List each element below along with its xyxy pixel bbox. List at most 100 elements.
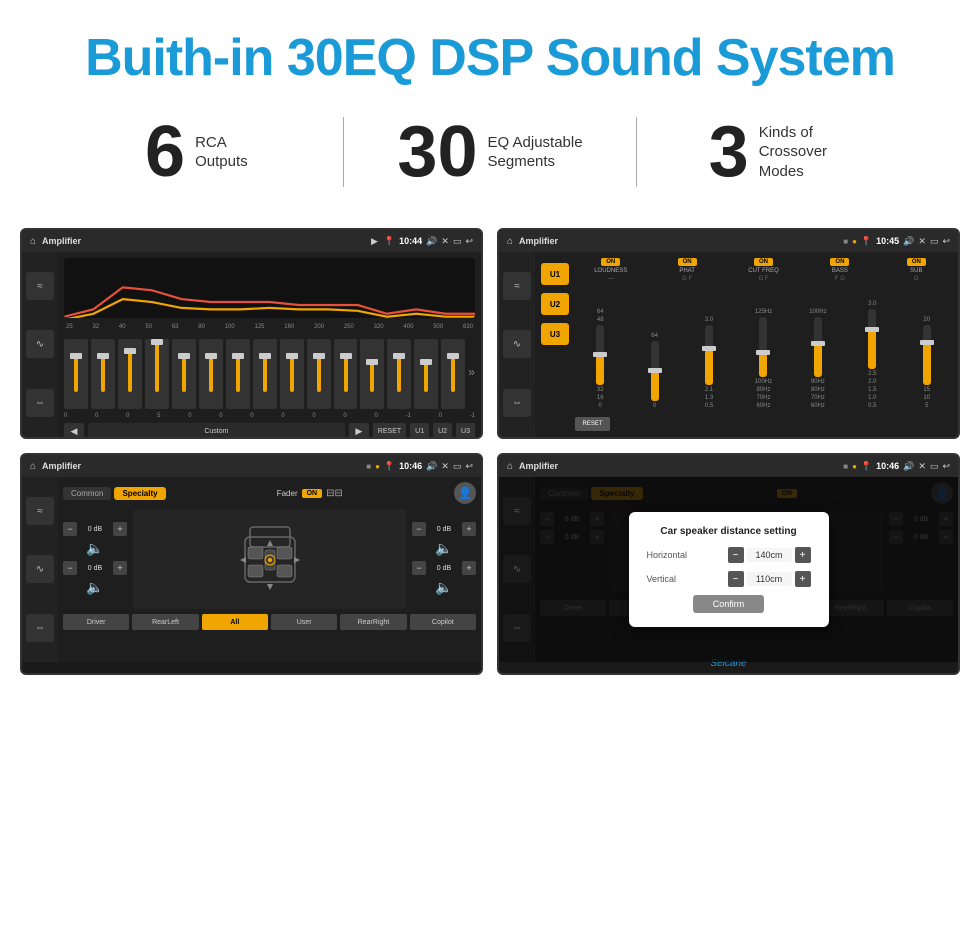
user-btn[interactable]: User (271, 614, 337, 630)
close-icon-2[interactable]: ✕ (918, 236, 926, 247)
vertical-minus[interactable]: − (728, 571, 744, 587)
tab-specialty[interactable]: Specialty (114, 487, 165, 500)
home-icon-1[interactable]: ⌂ (30, 236, 36, 247)
vol-row-br: − 0 dB + (412, 561, 476, 575)
amp-track-4[interactable] (759, 317, 767, 377)
wave-icon-3[interactable]: ∿ (26, 555, 54, 583)
window-icon-3[interactable]: ▭ (453, 461, 462, 472)
amp-track-2[interactable] (651, 341, 659, 401)
vol-tr-plus[interactable]: + (462, 522, 476, 536)
location-icon-1: 📍 (384, 236, 395, 247)
eq-icon-3[interactable]: ≈ (26, 497, 54, 525)
close-icon-4[interactable]: ✕ (918, 461, 926, 472)
horizontal-minus[interactable]: − (728, 547, 744, 563)
eq-slider-0[interactable] (64, 339, 88, 409)
amp-track-5[interactable] (814, 317, 822, 377)
eq-reset-btn[interactable]: RESET (373, 423, 406, 439)
vol-row-tr: − 0 dB + (412, 522, 476, 536)
amp-track-6[interactable] (868, 309, 876, 369)
reset-btn-2[interactable]: RESET (575, 417, 610, 431)
driver-btn[interactable]: Driver (63, 614, 129, 630)
screen2-title: Amplifier (519, 236, 837, 246)
amp-track-loudness[interactable] (596, 325, 604, 385)
vol-bl-minus[interactable]: − (63, 561, 77, 575)
vertical-plus[interactable]: + (795, 571, 811, 587)
u1-btn[interactable]: U1 (541, 263, 569, 285)
amp-slider-6: 3.0 2.5 2.0 1.5 1.0 0.5 (847, 301, 897, 409)
fader-main: − 0 dB + 🔈 − 0 dB + 🔈 (63, 509, 476, 609)
u3-btn[interactable]: U3 (541, 323, 569, 345)
close-icon-3[interactable]: ✕ (441, 461, 449, 472)
home-icon-3[interactable]: ⌂ (30, 461, 36, 472)
eq-slider-3[interactable] (145, 339, 169, 409)
u2-btn[interactable]: U2 (541, 293, 569, 315)
arrows-icon-1[interactable]: ⇔ (26, 389, 54, 417)
stat-eq: 30 EQ Adjustable Segments (354, 116, 627, 188)
vol-bl-plus[interactable]: + (113, 561, 127, 575)
window-icon-2[interactable]: ▭ (930, 236, 939, 247)
status-icons-3: ■ ● 📍 10:46 🔊 ✕ ▭ ↩ (366, 461, 473, 472)
vol-br-minus[interactable]: − (412, 561, 426, 575)
back-icon-2[interactable]: ↩ (942, 236, 950, 247)
bass-on[interactable]: ON (830, 258, 849, 266)
phat-on[interactable]: ON (678, 258, 697, 266)
eq-slider-5[interactable] (199, 339, 223, 409)
loudness-on[interactable]: ON (601, 258, 620, 266)
eq-slider-13[interactable] (414, 339, 438, 409)
eq-slider-1[interactable] (91, 339, 115, 409)
all-btn[interactable]: All (202, 614, 268, 630)
close-icon-1[interactable]: ✕ (441, 236, 449, 247)
eq-u3-btn[interactable]: U3 (456, 423, 475, 439)
home-icon-4[interactable]: ⌂ (507, 461, 513, 472)
wave-icon-2[interactable]: ∿ (503, 330, 531, 358)
amp-track-3[interactable] (705, 325, 713, 385)
eq-next-btn[interactable]: ▶ (349, 423, 369, 439)
eq-slider-14[interactable] (441, 339, 465, 409)
window-icon-4[interactable]: ▭ (930, 461, 939, 472)
back-icon-4[interactable]: ↩ (942, 461, 950, 472)
eq-slider-12[interactable] (387, 339, 411, 409)
window-icon-1[interactable]: ▭ (453, 236, 462, 247)
vol-tl-plus[interactable]: + (113, 522, 127, 536)
eq-slider-8[interactable] (280, 339, 304, 409)
wave-icon-1[interactable]: ∿ (26, 330, 54, 358)
vol-tl-minus[interactable]: − (63, 522, 77, 536)
tab-common[interactable]: Common (63, 487, 111, 500)
eq-slider-4[interactable] (172, 339, 196, 409)
fader-toggle[interactable]: ⊟⊟ (326, 488, 343, 499)
arrows-icon-3[interactable]: ⇔ (26, 614, 54, 642)
rearleft-btn[interactable]: RearLeft (132, 614, 198, 630)
eq-slider-7[interactable] (253, 339, 277, 409)
amp-track-7[interactable] (923, 325, 931, 385)
sub-on[interactable]: ON (907, 258, 926, 266)
eq-prev-btn[interactable]: ◀ (64, 423, 84, 439)
phat-group: ON PHAT G F (651, 258, 722, 282)
eq-slider-9[interactable] (307, 339, 331, 409)
eq-custom-btn[interactable]: Custom (88, 423, 345, 439)
eq-icon-2[interactable]: ≈ (503, 272, 531, 300)
arrows-icon-2[interactable]: ⇔ (503, 389, 531, 417)
eq-icon-1[interactable]: ≈ (26, 272, 54, 300)
vol-br-plus[interactable]: + (462, 561, 476, 575)
status-icons-1: 📍 10:44 🔊 ✕ ▭ ↩ (384, 236, 473, 247)
stat-divider-2 (636, 117, 637, 187)
eq-slider-2[interactable] (118, 339, 142, 409)
eq-slider-10[interactable] (334, 339, 358, 409)
eq-u2-btn[interactable]: U2 (433, 423, 452, 439)
loudness-group: ON LOUDNESS — (575, 258, 646, 282)
copilot-btn[interactable]: Copilot (410, 614, 476, 630)
eq-u1-btn[interactable]: U1 (410, 423, 429, 439)
rearright-btn[interactable]: RearRight (340, 614, 406, 630)
back-icon-1[interactable]: ↩ (465, 236, 473, 247)
dialog-overlay: Car speaker distance setting Horizontal … (499, 477, 958, 662)
back-icon-3[interactable]: ↩ (465, 461, 473, 472)
cutfreq-on[interactable]: ON (754, 258, 773, 266)
fader-on[interactable]: ON (302, 489, 323, 498)
eq-slider-11[interactable] (360, 339, 384, 409)
vol-tr-minus[interactable]: − (412, 522, 426, 536)
eq-slider-6[interactable] (226, 339, 250, 409)
home-icon-2[interactable]: ⌂ (507, 236, 513, 247)
horizontal-plus[interactable]: + (795, 547, 811, 563)
screen-eq: ⌂ Amplifier ▶ 📍 10:44 🔊 ✕ ▭ ↩ ≈ ∿ ⇔ (20, 228, 483, 439)
confirm-button[interactable]: Confirm (693, 595, 765, 613)
